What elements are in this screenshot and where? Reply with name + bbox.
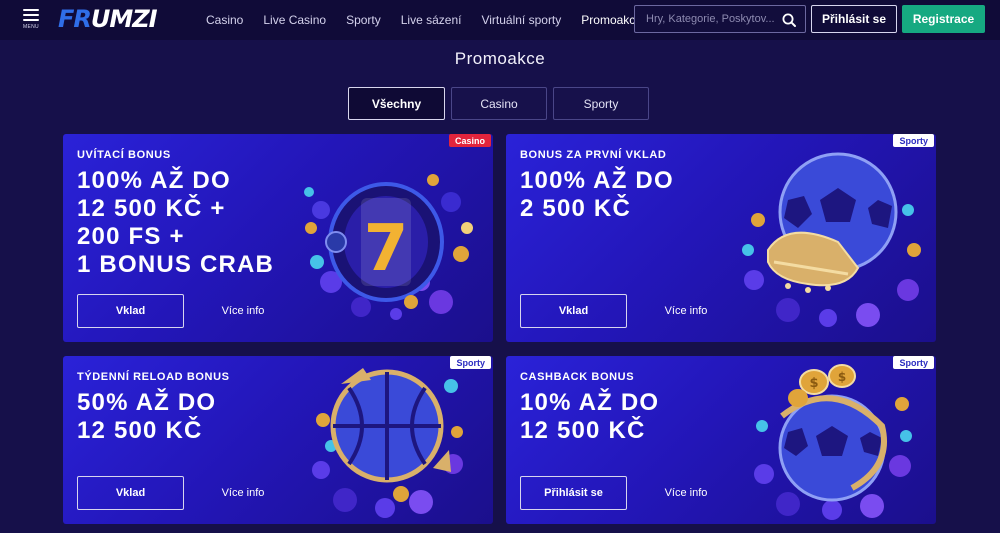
promo-headline: 50% AŽ DO 12 500 KČ <box>77 389 217 444</box>
promo-card-welcome: Casino UVÍTACÍ BONUS 100% AŽ DO 12 500 K… <box>63 134 493 342</box>
search-box <box>634 5 806 33</box>
promo-subtitle: TÝDENNÍ RELOAD BONUS <box>77 371 230 383</box>
more-info-link[interactable]: Více info <box>636 294 736 328</box>
more-info-link[interactable]: Více info <box>636 476 736 510</box>
category-badge: Sporty <box>893 134 934 147</box>
promo-subtitle: UVÍTACÍ BONUS <box>77 149 171 161</box>
register-button[interactable]: Registrace <box>902 5 985 33</box>
nav-virtualni-sporty[interactable]: Virtuální sporty <box>481 13 561 27</box>
promo-subtitle: CASHBACK BONUS <box>520 371 635 383</box>
page-title: Promoakce <box>454 49 546 68</box>
nav-live-casino[interactable]: Live Casino <box>263 13 326 27</box>
promo-card-cashback: Sporty CASHBACK BONUS 10% AŽ DO 12 500 K… <box>506 356 936 524</box>
deposit-button[interactable]: Vklad <box>520 294 627 328</box>
category-badge: Casino <box>448 134 491 147</box>
more-info-link[interactable]: Více info <box>193 476 293 510</box>
main-nav: Casino Live Casino Sporty Live sázení Vi… <box>206 0 662 40</box>
menu-label: MENU <box>23 24 39 30</box>
menu-button[interactable]: MENU <box>20 9 42 33</box>
login-button[interactable]: Přihlásit se <box>520 476 627 510</box>
promo-headline: 10% AŽ DO 12 500 KČ <box>520 389 660 444</box>
search-input[interactable] <box>646 13 782 25</box>
promo-headline: 100% AŽ DO 2 500 KČ <box>520 167 674 222</box>
top-navigation-bar: MENU FR UMZI Casino Live Casino Sporty Li… <box>0 0 1000 40</box>
slot-reel-seven-icon: 7 <box>304 174 473 320</box>
svg-text:$: $ <box>838 370 846 384</box>
login-button[interactable]: Přihlásit se <box>811 5 897 33</box>
nav-live-sazeni[interactable]: Live sázení <box>401 13 462 27</box>
more-info-link[interactable]: Více info <box>193 294 293 328</box>
search-icon[interactable] <box>781 12 797 28</box>
nav-casino[interactable]: Casino <box>206 13 243 27</box>
deposit-button[interactable]: Vklad <box>77 294 184 328</box>
promo-subtitle: BONUS ZA PRVNÍ VKLAD <box>520 149 667 161</box>
soccer-ball-boot-icon <box>742 152 921 327</box>
basketball-icon <box>312 368 463 518</box>
tab-casino[interactable]: Casino <box>451 87 547 120</box>
soccer-ball-coins-icon: $ $ <box>754 364 912 520</box>
svg-text:7: 7 <box>364 212 409 286</box>
svg-text:$: $ <box>809 376 818 391</box>
nav-sporty[interactable]: Sporty <box>346 13 381 27</box>
site-logo[interactable]: FR UMZI <box>58 5 158 33</box>
deposit-button[interactable]: Vklad <box>77 476 184 510</box>
nav-promoakce[interactable]: Promoakce <box>581 13 642 27</box>
promo-card-first-deposit: Sporty BONUS ZA PRVNÍ VKLAD 100% AŽ DO 2… <box>506 134 936 342</box>
hamburger-icon <box>23 9 39 21</box>
tab-sporty[interactable]: Sporty <box>553 87 649 120</box>
promo-headline: 100% AŽ DO 12 500 KČ + 200 FS + 1 BONUS … <box>77 167 275 278</box>
tab-vsechny[interactable]: Všechny <box>348 87 445 120</box>
promo-card-weekly-reload: Sporty TÝDENNÍ RELOAD BONUS 50% AŽ DO 12… <box>63 356 493 524</box>
